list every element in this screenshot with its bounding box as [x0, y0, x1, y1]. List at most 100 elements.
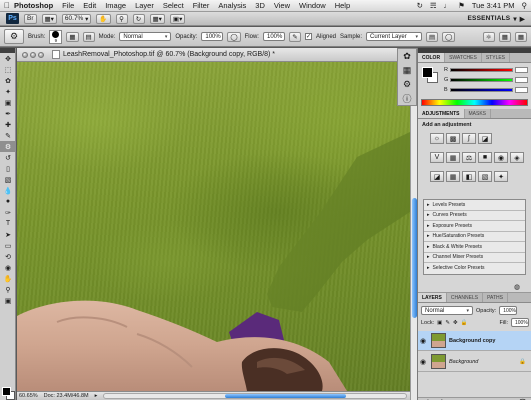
curves-icon[interactable]: ∫	[462, 133, 476, 144]
black-white-icon[interactable]: ■	[478, 152, 492, 163]
pressure-opacity-button[interactable]: ◯	[227, 31, 241, 42]
exposure-icon[interactable]: ◪	[478, 133, 492, 144]
pen-tool-icon[interactable]: ✑	[0, 207, 16, 218]
tab-color[interactable]: COLOR	[418, 53, 446, 62]
selective-color-icon[interactable]: ✦	[494, 171, 508, 182]
shape-tool-icon[interactable]: ▭	[0, 240, 16, 251]
opacity-field[interactable]: 100%	[201, 32, 224, 41]
tab-swatches[interactable]: SWATCHES	[445, 53, 482, 62]
image-canvas[interactable]	[17, 62, 410, 391]
green-value-field[interactable]	[515, 77, 528, 83]
tab-styles[interactable]: STYLES	[482, 53, 511, 62]
status-zoom[interactable]: 60.65%	[19, 393, 38, 399]
green-slider-track[interactable]	[450, 78, 513, 82]
wifi-icon[interactable]: ☴	[430, 1, 437, 10]
menu-analysis[interactable]: Analysis	[218, 1, 246, 10]
apple-icon[interactable]: 	[0, 1, 14, 10]
spotlight-icon[interactable]: ⚲	[522, 1, 528, 10]
menu-image[interactable]: Image	[105, 1, 126, 10]
menu-select[interactable]: Select	[163, 1, 184, 10]
clone-stamp-tool-icon[interactable]: ⚙	[0, 141, 16, 152]
sample-select[interactable]: Current Layer ▾	[366, 32, 423, 41]
layer-opacity-field[interactable]: 100%	[499, 306, 518, 315]
eraser-tool-icon[interactable]: ▯	[0, 163, 16, 174]
airbrush-button[interactable]: ✎	[288, 31, 301, 42]
menu-3d[interactable]: 3D	[255, 1, 265, 10]
preset-levels[interactable]: ▸ Levels Presets	[424, 200, 525, 211]
menu-clock[interactable]: Tue 3:41 PM	[472, 1, 515, 10]
blur-tool-icon[interactable]: 💧	[0, 185, 16, 196]
aligned-checkbox[interactable]: ✓	[304, 33, 312, 40]
quick-selection-tool-icon[interactable]: ✦	[0, 86, 16, 97]
fill-field[interactable]: 100%	[511, 318, 529, 327]
3d-rotate-tool-icon[interactable]: ⟲	[0, 251, 16, 262]
layer-name[interactable]: Background	[449, 359, 478, 365]
view-extras-button[interactable]: ▦▾	[41, 13, 57, 24]
lasso-tool-icon[interactable]: ✿	[0, 75, 16, 86]
clone-source-panel-button[interactable]: ⚛	[482, 31, 495, 42]
brightness-contrast-icon[interactable]: ☼	[430, 133, 444, 144]
foreground-color-swatch[interactable]	[2, 387, 11, 396]
document-title-bar[interactable]: LeashRemoval_Photoshop.tif @ 60.7% (Back…	[17, 48, 410, 62]
horizontal-scrollbar[interactable]	[103, 393, 407, 399]
brush-panel-toggle[interactable]: ▦	[66, 31, 79, 42]
crop-tool-icon[interactable]: ▣	[0, 97, 16, 108]
lock-transparency-icon[interactable]: ▣	[437, 320, 442, 326]
photo-filter-icon[interactable]: ◉	[494, 152, 508, 163]
path-selection-tool-icon[interactable]: ➤	[0, 229, 16, 240]
move-tool-icon[interactable]: ✥	[0, 53, 16, 64]
preset-black-white[interactable]: ▸ Black & White Presets	[424, 242, 525, 253]
flow-field[interactable]: 100%	[262, 32, 285, 41]
red-value-field[interactable]	[515, 67, 528, 73]
clone-source-icon[interactable]: ⚙	[398, 77, 416, 91]
blue-value-field[interactable]	[515, 87, 528, 93]
type-tool-icon[interactable]: T	[0, 218, 16, 229]
vibrance-icon[interactable]: V	[430, 152, 444, 163]
mode-select[interactable]: Normal ▾	[119, 32, 172, 41]
layer-row-background-copy[interactable]: ◉ Background copy	[418, 331, 531, 351]
preset-selective-color[interactable]: ▸ Selective Color Presets	[424, 263, 525, 274]
levels-icon[interactable]: ▩	[446, 133, 460, 144]
ignore-adjustment-layers-button[interactable]: ▤	[426, 31, 439, 42]
red-slider[interactable]: R	[444, 67, 528, 73]
hand-tool-button[interactable]: ✋	[96, 13, 111, 24]
minimize-window-icon[interactable]	[30, 51, 36, 58]
menu-filter[interactable]: Filter	[193, 1, 210, 10]
tab-layers[interactable]: LAYERS	[418, 293, 447, 302]
histogram-icon[interactable]: ▦	[398, 63, 416, 77]
arrange-documents-button[interactable]: ▦▾	[149, 13, 165, 24]
tab-adjustments[interactable]: ADJUSTMENTS	[418, 109, 465, 118]
eyedropper-tool-icon[interactable]: ✒	[0, 108, 16, 119]
preset-channel-mixer[interactable]: ▸ Channel Mixer Presets	[424, 253, 525, 263]
preset-exposure[interactable]: ▸ Exposure Presets	[424, 221, 525, 232]
layer-blend-mode-select[interactable]: Normal ▾	[421, 306, 473, 315]
menu-view[interactable]: View	[274, 1, 290, 10]
brush-tool-icon[interactable]: ✎	[0, 130, 16, 141]
navigator-icon[interactable]: ✿	[398, 49, 416, 63]
preset-hue-saturation[interactable]: ▸ Hue/Saturation Presets	[424, 232, 525, 242]
close-window-icon[interactable]	[22, 51, 28, 58]
color-balance-icon[interactable]: ⚖	[462, 152, 476, 163]
bridge-button[interactable]: Br	[24, 13, 37, 24]
gradient-map-icon[interactable]: ▧	[478, 171, 492, 182]
zoom-tool-button[interactable]: ⚲	[115, 13, 128, 24]
preset-curves[interactable]: ▸ Curves Presets	[424, 211, 525, 221]
color-spectrum-bar[interactable]	[421, 99, 528, 106]
info-icon[interactable]: ⓘ	[398, 91, 416, 105]
dodge-tool-icon[interactable]: ●	[0, 196, 16, 207]
blue-slider-track[interactable]	[449, 88, 513, 92]
panel-options-icon[interactable]: ◍	[514, 283, 520, 291]
zoom-level-dropdown[interactable]: 60.7% ▾	[61, 13, 92, 24]
pressure-size-button[interactable]: ◯	[442, 31, 456, 42]
volume-icon[interactable]: ♩	[444, 1, 452, 10]
hand-tool-icon[interactable]: ✋	[0, 273, 16, 284]
cs-live-icon[interactable]: ▶	[520, 15, 525, 23]
lock-all-icon[interactable]: 🔒	[461, 320, 468, 326]
rotate-view-button[interactable]: ↻	[132, 13, 145, 24]
sync-icon[interactable]: ↻	[417, 1, 423, 10]
layer-row-background[interactable]: ◉ Background 🔒	[418, 352, 531, 372]
tab-channels[interactable]: CHANNELS	[447, 293, 484, 302]
gradient-tool-icon[interactable]: ▧	[0, 174, 16, 185]
foreground-color-swatch[interactable]	[422, 67, 433, 78]
menu-app-name[interactable]: Photoshop	[14, 1, 53, 10]
